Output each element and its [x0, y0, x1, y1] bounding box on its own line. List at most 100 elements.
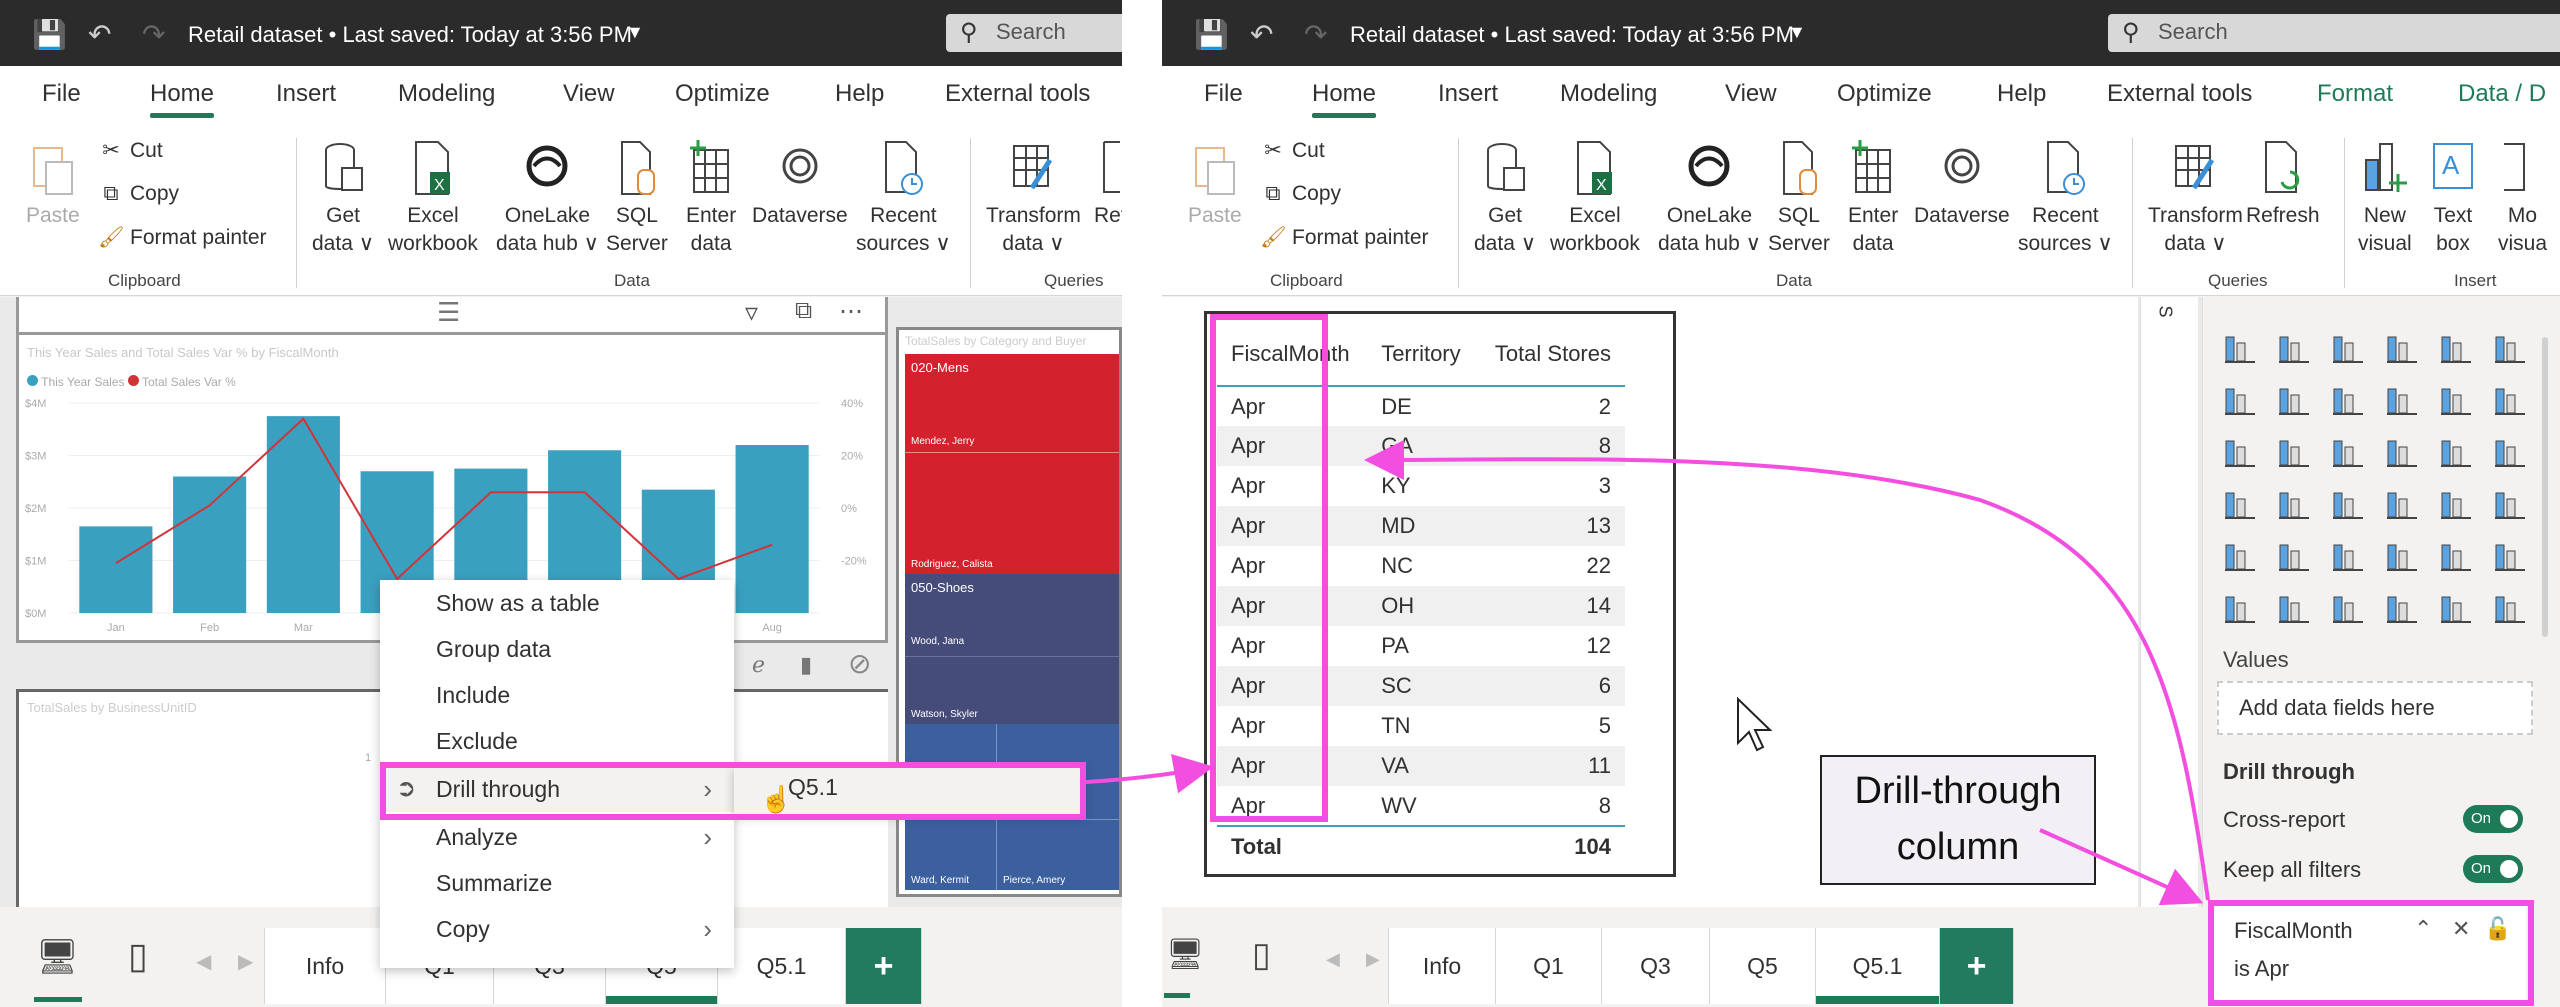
line-icon[interactable] [2223, 383, 2257, 417]
100-bar-icon[interactable] [2439, 331, 2473, 365]
tab-optimize[interactable]: Optimize [675, 80, 770, 108]
treemap-tile-shoes[interactable]: 050-Shoes Wood, Jana Watson, Skyler [905, 574, 1119, 724]
tab-help[interactable]: Help [835, 80, 884, 108]
area-icon[interactable] [2277, 383, 2311, 417]
focus-mode-icon[interactable]: ⧉ [795, 297, 812, 325]
cut-button[interactable]: ✂ Cut [98, 138, 163, 163]
bar-aug[interactable] [735, 445, 809, 613]
tab-home[interactable]: Home [150, 80, 215, 118]
sql-server-button[interactable]: SQL Server [606, 140, 668, 258]
bar-jan[interactable] [79, 526, 153, 613]
excel-workbook-button[interactable]: X Excel workbook [388, 140, 478, 258]
save-icon[interactable]: 💾 [32, 18, 67, 51]
paste-button[interactable]: Paste [26, 140, 80, 230]
tab-modeling[interactable]: Modeling [1560, 80, 1657, 108]
excel-workbook-button[interactable]: X Excel workbook [1550, 140, 1640, 258]
table-icon[interactable] [2385, 539, 2419, 573]
stacked-column-icon[interactable] [2277, 331, 2311, 365]
tab-home[interactable]: Home [1312, 80, 1377, 118]
matrix-icon[interactable] [2439, 539, 2473, 573]
menu-item-analyze[interactable]: Analyze › [380, 814, 734, 860]
slicer-icon[interactable] [2331, 539, 2365, 573]
recent-sources-button[interactable]: Recent sources ∨ [2018, 140, 2113, 258]
page-tab-q5[interactable]: Q5 [1710, 928, 1816, 1004]
mobile-view-icon[interactable]: ▯ [1252, 935, 1271, 975]
qa-icon[interactable] [2385, 591, 2419, 625]
page-tab-q1[interactable]: Q1 [1496, 928, 1602, 1004]
search-box[interactable]: ⚲ Search [2108, 14, 2560, 52]
pane-scrollbar[interactable] [2542, 337, 2548, 637]
bar-mar[interactable] [266, 416, 340, 613]
card-icon[interactable] [2493, 487, 2527, 521]
enter-data-button[interactable]: Enter data [686, 140, 736, 258]
map-icon[interactable] [2277, 487, 2311, 521]
next-page-icon[interactable]: ▶ [1366, 949, 1380, 970]
copy-button[interactable]: ⧉ Copy [98, 182, 180, 206]
desktop-view-icon[interactable]: 🖥 [36, 937, 79, 977]
refresh-button[interactable]: Refresh [2246, 140, 2320, 230]
100-column-icon[interactable] [2493, 331, 2527, 365]
cross-report-toggle[interactable]: On [2463, 805, 2523, 833]
ribbon-area-icon[interactable] [2385, 383, 2419, 417]
add-page-button[interactable]: + [846, 928, 922, 1004]
page-tab-info[interactable]: Info [264, 928, 386, 1004]
title-dropdown-icon[interactable]: ▼ [1788, 22, 1806, 43]
menu-item-group-data[interactable]: Group data [380, 626, 734, 672]
multi-row-card-icon[interactable] [2223, 539, 2257, 573]
transform-data-button[interactable]: Transform data ∨ [2148, 140, 2243, 258]
key-influencers-icon[interactable] [2277, 591, 2311, 625]
tab-format[interactable]: Format [2317, 80, 2393, 108]
onelake-data-hub-button[interactable]: OneLake data hub ∨ [1658, 140, 1761, 258]
tab-external-tools[interactable]: External tools [945, 80, 1090, 108]
dataverse-button[interactable]: Dataverse [752, 140, 848, 230]
bar-feb[interactable] [173, 476, 247, 614]
tab-optimize[interactable]: Optimize [1837, 80, 1932, 108]
tab-file[interactable]: File [42, 80, 81, 108]
undo-icon[interactable]: ↶ [1250, 18, 1273, 51]
funnel-icon[interactable] [2331, 435, 2365, 469]
prev-page-icon[interactable]: ◀ [196, 949, 211, 974]
prev-page-icon[interactable]: ◀ [1326, 949, 1340, 970]
page-tab-q5-1[interactable]: Q5.1 [718, 928, 846, 1004]
text-box-button[interactable]: A Text box [2430, 140, 2476, 258]
cut-button[interactable]: ✂ Cut [1260, 138, 1325, 163]
python-visual-icon[interactable] [2223, 591, 2257, 625]
more-visuals-button[interactable]: Mo visua [2498, 140, 2547, 258]
clustered-column-icon[interactable] [2385, 331, 2419, 365]
redo-icon[interactable]: ↷ [1304, 18, 1327, 51]
column-header-total-stores[interactable]: Total Stores [1477, 322, 1625, 386]
stacked-area-icon[interactable] [2331, 383, 2365, 417]
drill-mode-icon[interactable]: ℯ [752, 652, 765, 678]
menu-item-exclude[interactable]: Exclude [380, 718, 734, 764]
kpi-icon[interactable] [2277, 539, 2311, 573]
tab-insert[interactable]: Insert [276, 80, 336, 108]
save-icon[interactable]: 💾 [1194, 18, 1229, 51]
filter-icon[interactable]: ▿ [745, 297, 758, 328]
values-drop-zone[interactable]: Add data fields here [2217, 681, 2533, 735]
onelake-data-hub-button[interactable]: OneLake data hub ∨ [496, 140, 599, 258]
scatter-icon[interactable] [2385, 435, 2419, 469]
no-drill-icon[interactable]: ⊘ [848, 647, 871, 680]
tab-modeling[interactable]: Modeling [398, 80, 495, 108]
gauge-icon[interactable] [2439, 487, 2473, 521]
dataverse-button[interactable]: Dataverse [1914, 140, 2010, 230]
get-data-button[interactable]: Get data ∨ [1474, 140, 1536, 258]
tab-help[interactable]: Help [1997, 80, 2046, 108]
filled-map-icon[interactable] [2331, 487, 2365, 521]
column-header-territory[interactable]: Territory [1367, 322, 1477, 386]
tab-external-tools[interactable]: External tools [2107, 80, 2252, 108]
treemap-tile-mens[interactable]: 020-Mens Mendez, Jerry Rodriguez, Calist… [905, 354, 1119, 574]
clustered-bar-icon[interactable] [2331, 331, 2365, 365]
donut-icon[interactable] [2493, 435, 2527, 469]
format-painter-button[interactable]: 🖌 Format painter [1260, 226, 1429, 250]
transform-data-button[interactable]: Transform data ∨ [986, 140, 1081, 258]
page-tab-q3[interactable]: Q3 [1602, 928, 1710, 1004]
copy-button[interactable]: ⧉ Copy [1260, 182, 1342, 206]
goals-icon[interactable] [2493, 591, 2527, 625]
treemap-tile-pierce[interactable]: Pierce, Amery [997, 820, 1119, 890]
tab-data-drill[interactable]: Data / D [2458, 80, 2546, 108]
paste-button[interactable]: Paste [1188, 140, 1242, 230]
add-page-button[interactable]: + [1940, 928, 2014, 1004]
tab-insert[interactable]: Insert [1438, 80, 1498, 108]
tab-view[interactable]: View [563, 80, 615, 108]
